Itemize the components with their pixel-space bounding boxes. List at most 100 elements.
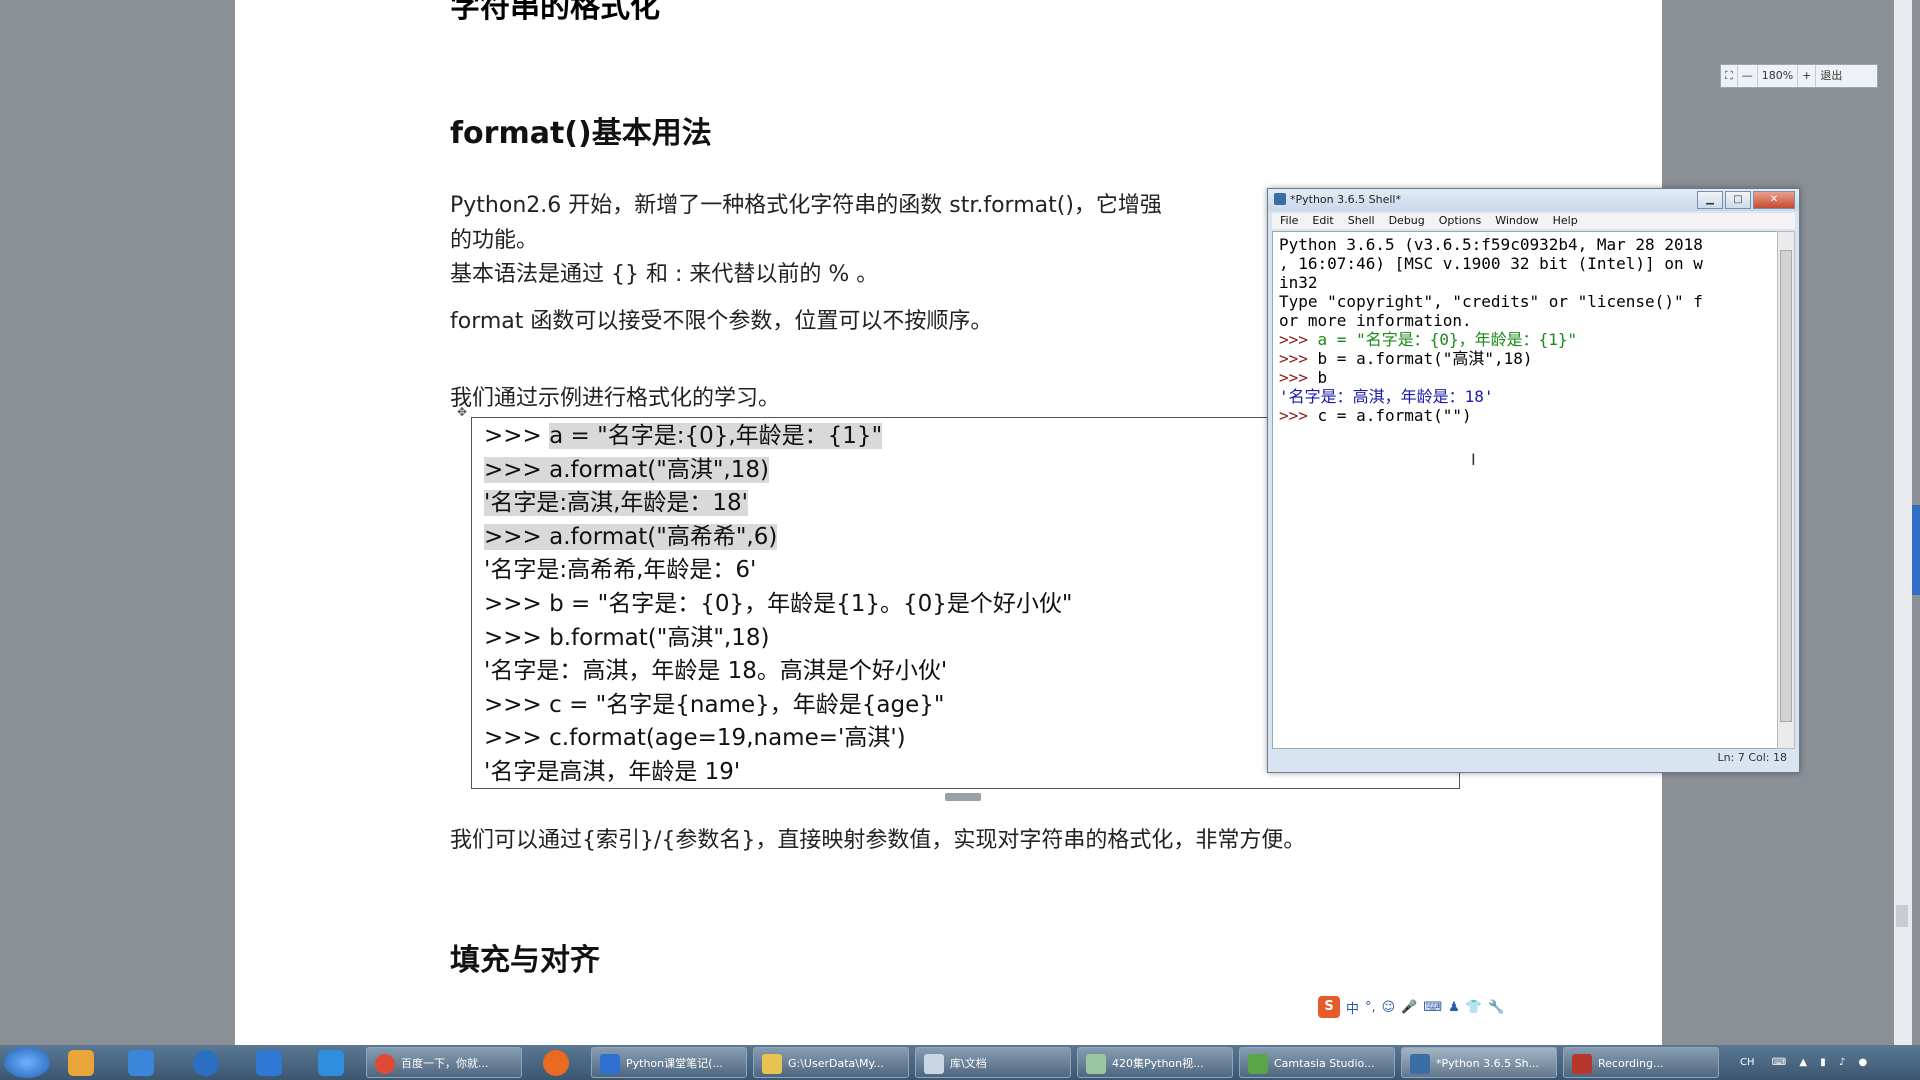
shell-status-bar: Ln: 7 Col: 18 bbox=[1717, 751, 1787, 764]
code-line: >>> a.format("高淇",18) bbox=[484, 457, 769, 483]
python-icon bbox=[1410, 1054, 1430, 1074]
menu-options[interactable]: Options bbox=[1439, 213, 1481, 229]
shell-line: , 16:07:46) [MSC v.1900 32 bit (Intel)] … bbox=[1279, 254, 1703, 273]
ime-user-icon[interactable]: ♟ bbox=[1448, 1000, 1460, 1015]
ime-keyboard-icon[interactable]: ⌨ bbox=[1423, 1000, 1442, 1015]
taskbar-item-video-folder[interactable]: 420集Python视... bbox=[1077, 1047, 1233, 1078]
shell-text-area[interactable]: Python 3.6.5 (v3.6.5:f59c0932b4, Mar 28 … bbox=[1272, 231, 1779, 749]
shell-scrollbar-thumb[interactable] bbox=[1780, 250, 1792, 722]
k-app-icon[interactable] bbox=[193, 1050, 219, 1076]
exit-button[interactable]: 退出 bbox=[1816, 65, 1846, 87]
python-shell-window: *Python 3.6.5 Shell* ▁ □ ✕ File Edit She… bbox=[1267, 188, 1800, 773]
zoom-toolbar: ⛶ — 180% + 退出 bbox=[1720, 64, 1878, 88]
taskbar-item-python-shell[interactable]: *Python 3.6.5 Sh... bbox=[1401, 1047, 1557, 1078]
taskbar-item-camtasia[interactable]: Camtasia Studio... bbox=[1239, 1047, 1395, 1078]
zoom-in-button[interactable]: + bbox=[1798, 65, 1817, 87]
maximize-button[interactable]: □ bbox=[1725, 191, 1751, 209]
ime-punct-icon[interactable]: °, bbox=[1365, 1000, 1376, 1015]
firefox-icon[interactable] bbox=[543, 1050, 569, 1076]
shell-line: Python 3.6.5 (v3.6.5:f59c0932b4, Mar 28 … bbox=[1279, 235, 1703, 254]
table-resize-handle[interactable] bbox=[945, 793, 981, 801]
cloud-app-icon[interactable] bbox=[256, 1050, 282, 1076]
ibeam-cursor-icon: I bbox=[1471, 450, 1476, 469]
zoom-out-button[interactable]: — bbox=[1738, 65, 1758, 87]
shell-title: *Python 3.6.5 Shell* bbox=[1290, 193, 1401, 206]
taskbar-item-explorer[interactable]: G:\UserData\My... bbox=[753, 1047, 909, 1078]
ime-mode-label[interactable]: 中 bbox=[1346, 998, 1359, 1017]
media-app-icon[interactable] bbox=[68, 1050, 94, 1076]
shell-scrollbar[interactable] bbox=[1777, 231, 1795, 749]
volume-icon[interactable]: ♪ bbox=[1839, 1057, 1845, 1068]
code-line: >>> b.format("高淇",18) bbox=[484, 625, 770, 651]
shell-line: or more information. bbox=[1279, 311, 1472, 330]
system-tray: CH ⌨ ▲ ▮ ♪ ● bbox=[1740, 1045, 1867, 1080]
desktop-margin-left bbox=[0, 0, 235, 1045]
code-line: >>> c = "名字是{name}，年龄是{age}" bbox=[484, 692, 945, 718]
fullscreen-icon[interactable]: ⛶ bbox=[1721, 65, 1738, 87]
paragraph-args: format 函数可以接受不限个参数，位置可以不按顺序。 bbox=[450, 309, 993, 334]
language-indicator[interactable]: CH bbox=[1740, 1057, 1755, 1068]
side-panel-tab[interactable] bbox=[1912, 505, 1920, 595]
menu-help[interactable]: Help bbox=[1553, 213, 1578, 229]
ime-settings-icon[interactable]: 🔧 bbox=[1488, 1000, 1504, 1015]
taskbar-item-library[interactable]: 库\文档 bbox=[915, 1047, 1071, 1078]
ime-skin-icon[interactable]: 👕 bbox=[1466, 1000, 1482, 1015]
shell-line: >>> b bbox=[1279, 368, 1328, 387]
section-title-fill-align: 填充与对齐 bbox=[450, 943, 600, 978]
code-line: '名字是高淇，年龄是 19' bbox=[484, 759, 741, 785]
shell-line: Type "copyright", "credits" or "license(… bbox=[1279, 292, 1703, 311]
menu-edit[interactable]: Edit bbox=[1312, 213, 1333, 229]
close-button[interactable]: ✕ bbox=[1753, 191, 1795, 209]
notes-app-icon[interactable] bbox=[318, 1050, 344, 1076]
menu-file[interactable]: File bbox=[1280, 213, 1298, 229]
ime-toolbar: S 中 °, ☺ 🎤 ⌨ ♟ 👕 🔧 bbox=[1318, 996, 1504, 1018]
paragraph-summary: 我们可以通过{索引}/{参数名}，直接映射参数值，实现对字符串的格式化，非常方便… bbox=[450, 828, 1306, 853]
taskbar-item-recording[interactable]: Recording... bbox=[1563, 1047, 1719, 1078]
shell-output-line: '名字是：高淇，年龄是：18' bbox=[1279, 387, 1494, 406]
menu-window[interactable]: Window bbox=[1495, 213, 1538, 229]
zoom-level: 180% bbox=[1758, 65, 1799, 87]
network-icon[interactable]: ▮ bbox=[1820, 1057, 1826, 1068]
ie-browser-icon[interactable] bbox=[128, 1050, 154, 1076]
taskbar-item-wps[interactable]: Python课堂笔记(... bbox=[591, 1047, 747, 1078]
python-icon bbox=[1274, 193, 1286, 205]
menu-debug[interactable]: Debug bbox=[1389, 213, 1425, 229]
recording-icon bbox=[1572, 1054, 1592, 1074]
ime-emoji-icon[interactable]: ☺ bbox=[1382, 1000, 1396, 1015]
wps-writer-icon bbox=[600, 1054, 620, 1074]
security-icon[interactable]: ● bbox=[1859, 1057, 1868, 1068]
main-scrollbar[interactable] bbox=[1894, 0, 1912, 1045]
code-line: >>> a.format("高希希",6) bbox=[484, 524, 778, 550]
paragraph-syntax: 基本语法是通过 {} 和 : 来代替以前的 % 。 bbox=[450, 262, 879, 287]
folder-icon bbox=[1086, 1054, 1106, 1074]
folder-icon bbox=[762, 1054, 782, 1074]
paragraph-line: 的功能。 bbox=[450, 228, 539, 253]
taskbar-item-chrome[interactable]: 百度一下，你就... bbox=[366, 1047, 522, 1078]
shell-line: >>> b = a.format("高淇",18) bbox=[1279, 349, 1533, 368]
shell-current-line: >>> c = a.format("") bbox=[1279, 406, 1472, 425]
page-heading-partial: 字符串的格式化 bbox=[450, 0, 660, 25]
code-line: '名字是:高希希,年龄是：6' bbox=[484, 557, 757, 583]
code-line: '名字是:高淇,年龄是：18' bbox=[484, 490, 748, 516]
start-button[interactable] bbox=[4, 1047, 50, 1078]
code-line: '名字是：高淇，年龄是 18。高淇是个好小伙' bbox=[484, 658, 948, 684]
minimize-button[interactable]: ▁ bbox=[1697, 191, 1723, 209]
section-title-format: format()基本用法 bbox=[450, 116, 712, 151]
tray-expand-icon[interactable]: ▲ bbox=[1799, 1057, 1807, 1068]
shell-titlebar[interactable]: *Python 3.6.5 Shell* ▁ □ ✕ bbox=[1268, 189, 1799, 211]
chrome-icon bbox=[375, 1054, 395, 1074]
keyboard-icon[interactable]: ⌨ bbox=[1772, 1057, 1786, 1068]
camtasia-icon bbox=[1248, 1054, 1268, 1074]
table-move-handle[interactable]: ✥ bbox=[457, 405, 467, 419]
paragraph-intro-example: 我们通过示例进行格式化的学习。 bbox=[450, 386, 781, 411]
shell-menubar: File Edit Shell Debug Options Window Hel… bbox=[1272, 213, 1795, 229]
library-icon bbox=[924, 1054, 944, 1074]
ime-voice-icon[interactable]: 🎤 bbox=[1401, 1000, 1417, 1015]
shell-line: >>> a = "名字是：{0}，年龄是：{1}" bbox=[1279, 330, 1578, 349]
sogou-ime-icon[interactable]: S bbox=[1318, 996, 1340, 1018]
menu-shell[interactable]: Shell bbox=[1348, 213, 1375, 229]
code-line: >>> b = "名字是：{0}，年龄是{1}。{0}是个好小伙" bbox=[484, 591, 1073, 617]
code-line: >>> c.format(age=19,name='高淇') bbox=[484, 725, 906, 751]
scrollbar-thumb[interactable] bbox=[1896, 905, 1908, 927]
code-line: >>> a = "名字是:{0},年龄是：{1}" bbox=[484, 423, 883, 449]
